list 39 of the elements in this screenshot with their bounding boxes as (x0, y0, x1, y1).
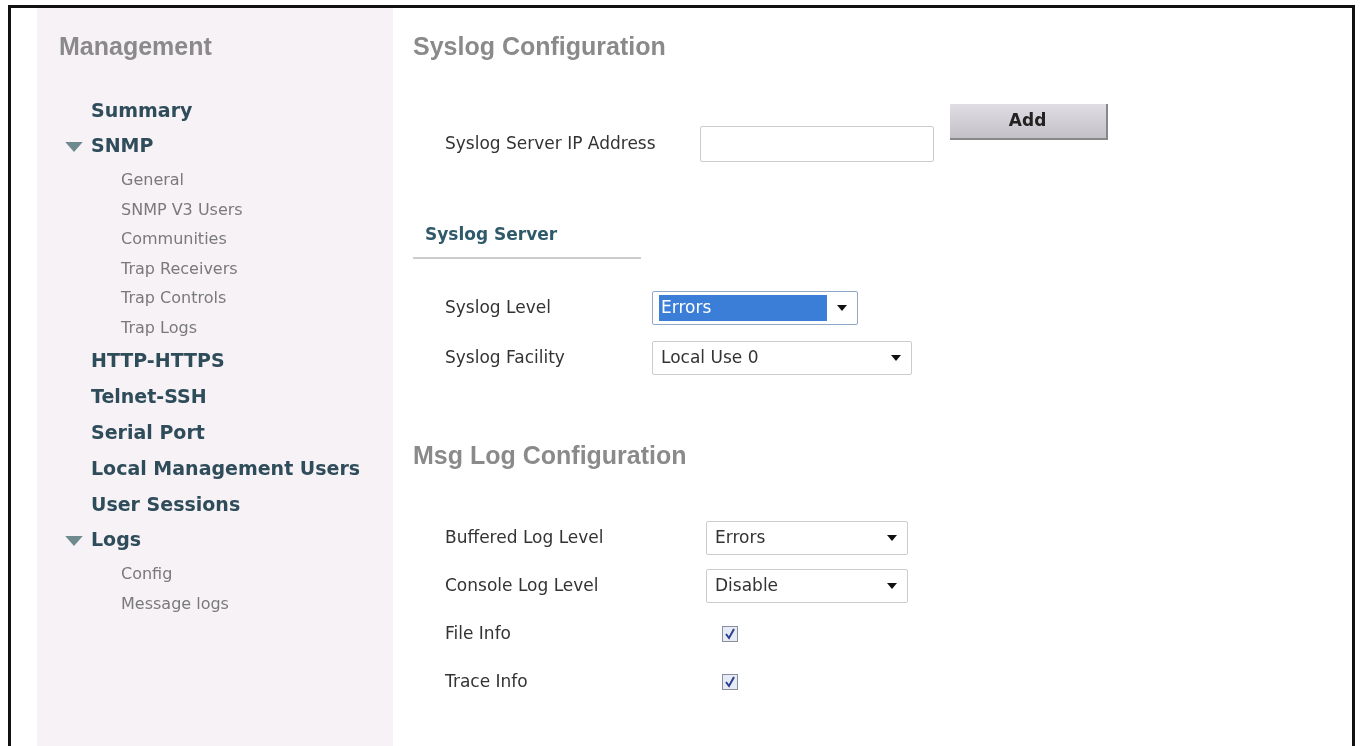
dropdown-caret-icon (891, 355, 901, 361)
section-tab[interactable]: Syslog Server (413, 221, 641, 259)
field-label: Syslog Server IP Address (445, 131, 656, 155)
dropdown[interactable]: Local Use 0 (652, 341, 912, 375)
sidebar-item[interactable]: User Sessions (91, 493, 241, 516)
sidebar-subitem[interactable]: Config (121, 559, 393, 589)
sidebar-title: Management (59, 31, 213, 62)
sidebar-item[interactable]: Local Management Users (91, 457, 361, 480)
sidebar-subitem[interactable]: Trap Controls (121, 283, 393, 313)
field-label: File Info (445, 621, 513, 645)
sidebar-item[interactable]: SNMP (91, 135, 154, 158)
sidebar-subitem[interactable]: Message logs (121, 588, 393, 619)
checkbox[interactable] (722, 625, 738, 642)
sidebar-subitem[interactable]: SNMP V3 Users (121, 194, 393, 225)
sidebar-item[interactable]: Summary (91, 99, 193, 122)
sidebar-item[interactable]: Telnet-SSH (91, 386, 207, 408)
sidebar-subitem[interactable]: Trap Receivers (121, 253, 393, 284)
section-title: Msg Log Configuration (413, 440, 688, 471)
field-label: Console Log Level (445, 573, 600, 597)
field-label: Syslog Facility (445, 346, 566, 370)
checkbox[interactable] (722, 673, 738, 690)
dropdown-caret-icon (887, 534, 897, 541)
field-label: Syslog Level (445, 296, 552, 320)
section-title: Syslog Configuration (413, 31, 667, 62)
field-label: Trace Info (445, 669, 529, 693)
ip-address-field[interactable] (699, 125, 934, 162)
dropdown[interactable]: Errors (652, 291, 858, 325)
sidebar-item[interactable]: Serial Port (91, 421, 205, 444)
sidebar-subitem[interactable]: General (121, 165, 393, 195)
sidebar-item[interactable]: HTTP-HTTPS (91, 350, 225, 373)
sidebar-item[interactable]: Logs (91, 529, 142, 552)
dropdown[interactable]: Errors (706, 520, 908, 555)
dropdown-caret-icon (887, 582, 897, 589)
sidebar-subitem[interactable]: Trap Logs (121, 312, 393, 343)
dropdown-caret-icon (837, 305, 847, 311)
dropdown[interactable]: Disable (706, 568, 908, 603)
add-button[interactable]: Add (949, 103, 1108, 140)
sidebar-subitem[interactable]: Communities (121, 224, 393, 254)
field-label: Buffered Log Level (445, 525, 605, 549)
